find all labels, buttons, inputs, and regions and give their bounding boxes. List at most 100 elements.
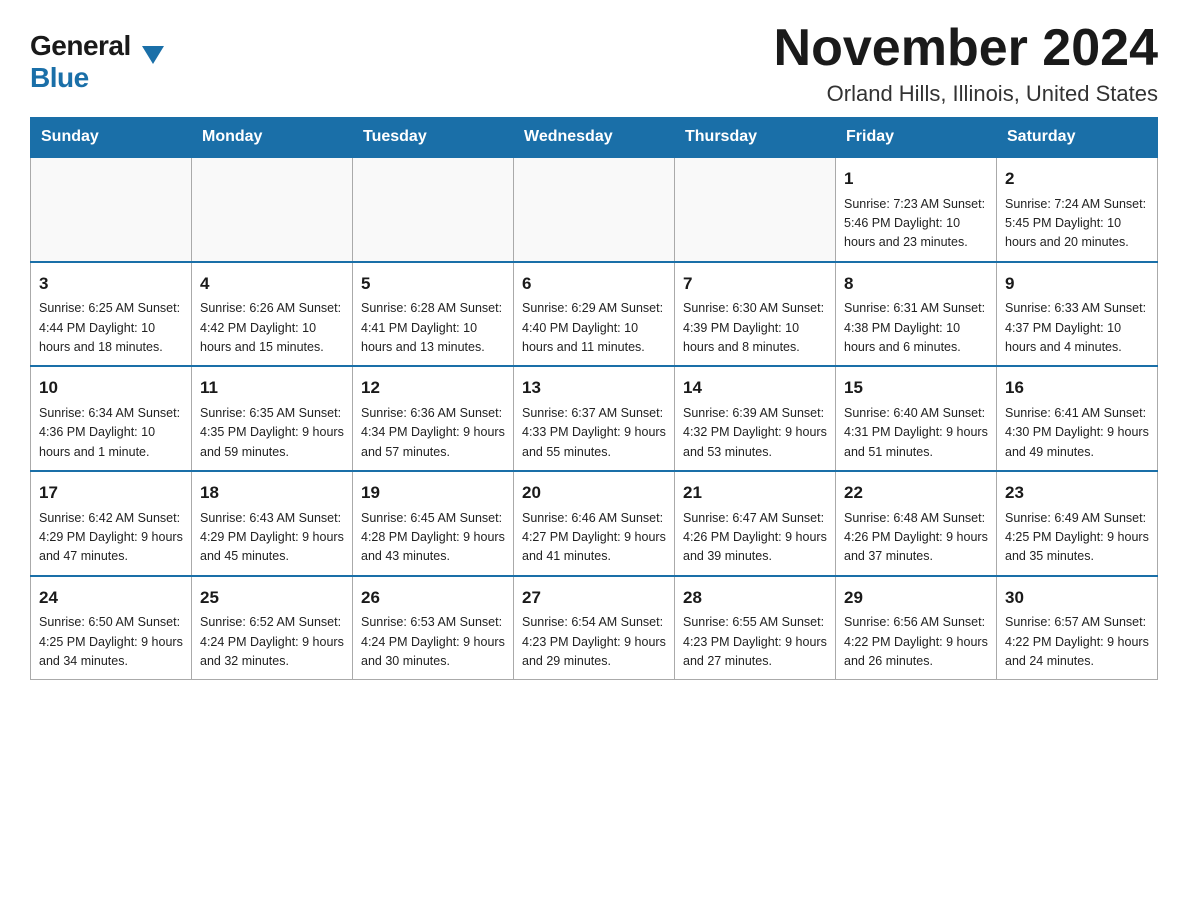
calendar-cell-w5-d5: 28Sunrise: 6:55 AM Sunset: 4:23 PM Dayli… [675, 576, 836, 680]
day-number: 26 [361, 585, 505, 611]
day-info: Sunrise: 6:39 AM Sunset: 4:32 PM Dayligh… [683, 404, 827, 462]
month-title: November 2024 [774, 20, 1158, 77]
day-info: Sunrise: 6:55 AM Sunset: 4:23 PM Dayligh… [683, 613, 827, 671]
day-info: Sunrise: 6:47 AM Sunset: 4:26 PM Dayligh… [683, 509, 827, 567]
day-number: 24 [39, 585, 183, 611]
calendar-cell-w3-d6: 15 Sunrise: 6:40 AM Sunset: 4:31 PM Dayli… [836, 366, 997, 471]
col-header-thursday: Thursday [675, 118, 836, 158]
calendar-cell-w5-d1: 24Sunrise: 6:50 AM Sunset: 4:25 PM Dayli… [31, 576, 192, 680]
day-number: 9 [1005, 271, 1149, 297]
day-number: 19 [361, 480, 505, 506]
day-number: 5 [361, 271, 505, 297]
calendar-cell-w3-d1: 10 Sunrise: 6:34 AM Sunset: 4:36 PM Dayli… [31, 366, 192, 471]
logo-general-text: General [30, 30, 131, 62]
day-info: Sunrise: 6:33 AM Sunset: 4:37 PM Dayligh… [1005, 299, 1149, 357]
location-subtitle: Orland Hills, Illinois, United States [774, 81, 1158, 107]
day-number: 16 [1005, 375, 1149, 401]
calendar-cell-w2-d3: 5Sunrise: 6:28 AM Sunset: 4:41 PM Daylig… [353, 262, 514, 367]
day-info: Sunrise: 6:42 AM Sunset: 4:29 PM Dayligh… [39, 509, 183, 567]
calendar-cell-w4-d7: 23 Sunrise: 6:49 AM Sunset: 4:25 PM Dayli… [997, 471, 1158, 576]
day-info: Sunrise: 6:54 AM Sunset: 4:23 PM Dayligh… [522, 613, 666, 671]
calendar-cell-w1-d7: 2Sunrise: 7:24 AM Sunset: 5:45 PM Daylig… [997, 157, 1158, 262]
day-number: 14 [683, 375, 827, 401]
calendar-cell-w4-d5: 21 Sunrise: 6:47 AM Sunset: 4:26 PM Dayli… [675, 471, 836, 576]
day-number: 30 [1005, 585, 1149, 611]
day-number: 7 [683, 271, 827, 297]
day-info: Sunrise: 6:29 AM Sunset: 4:40 PM Dayligh… [522, 299, 666, 357]
day-info: Sunrise: 6:34 AM Sunset: 4:36 PM Dayligh… [39, 404, 183, 462]
day-info: Sunrise: 6:28 AM Sunset: 4:41 PM Dayligh… [361, 299, 505, 357]
calendar-cell-w3-d2: 11 Sunrise: 6:35 AM Sunset: 4:35 PM Dayli… [192, 366, 353, 471]
day-number: 4 [200, 271, 344, 297]
day-number: 8 [844, 271, 988, 297]
col-header-monday: Monday [192, 118, 353, 158]
page-header: General Blue November 2024 Orland Hills,… [30, 20, 1158, 107]
calendar-cell-w4-d3: 19 Sunrise: 6:45 AM Sunset: 4:28 PM Dayli… [353, 471, 514, 576]
day-number: 17 [39, 480, 183, 506]
week-row-2: 3Sunrise: 6:25 AM Sunset: 4:44 PM Daylig… [31, 262, 1158, 367]
calendar-cell-w1-d4 [514, 157, 675, 262]
day-info: Sunrise: 6:25 AM Sunset: 4:44 PM Dayligh… [39, 299, 183, 357]
day-info: Sunrise: 6:52 AM Sunset: 4:24 PM Dayligh… [200, 613, 344, 671]
day-info: Sunrise: 6:41 AM Sunset: 4:30 PM Dayligh… [1005, 404, 1149, 462]
week-row-5: 24Sunrise: 6:50 AM Sunset: 4:25 PM Dayli… [31, 576, 1158, 680]
col-header-wednesday: Wednesday [514, 118, 675, 158]
calendar-cell-w5-d7: 30Sunrise: 6:57 AM Sunset: 4:22 PM Dayli… [997, 576, 1158, 680]
calendar-cell-w3-d4: 13Sunrise: 6:37 AM Sunset: 4:33 PM Dayli… [514, 366, 675, 471]
week-row-1: 1Sunrise: 7:23 AM Sunset: 5:46 PM Daylig… [31, 157, 1158, 262]
day-info: Sunrise: 6:53 AM Sunset: 4:24 PM Dayligh… [361, 613, 505, 671]
day-info: Sunrise: 6:35 AM Sunset: 4:35 PM Dayligh… [200, 404, 344, 462]
logo-arrow-icon [142, 46, 164, 64]
day-info: Sunrise: 6:50 AM Sunset: 4:25 PM Dayligh… [39, 613, 183, 671]
calendar-cell-w4-d6: 22Sunrise: 6:48 AM Sunset: 4:26 PM Dayli… [836, 471, 997, 576]
day-info: Sunrise: 7:24 AM Sunset: 5:45 PM Dayligh… [1005, 195, 1149, 253]
calendar-cell-w1-d5 [675, 157, 836, 262]
day-info: Sunrise: 6:36 AM Sunset: 4:34 PM Dayligh… [361, 404, 505, 462]
calendar-cell-w4-d4: 20 Sunrise: 6:46 AM Sunset: 4:27 PM Dayli… [514, 471, 675, 576]
day-info: Sunrise: 6:48 AM Sunset: 4:26 PM Dayligh… [844, 509, 988, 567]
day-number: 3 [39, 271, 183, 297]
day-number: 21 [683, 480, 827, 506]
calendar-cell-w3-d7: 16 Sunrise: 6:41 AM Sunset: 4:30 PM Dayli… [997, 366, 1158, 471]
calendar-cell-w1-d2 [192, 157, 353, 262]
calendar-cell-w1-d6: 1Sunrise: 7:23 AM Sunset: 5:46 PM Daylig… [836, 157, 997, 262]
calendar-cell-w5-d4: 27Sunrise: 6:54 AM Sunset: 4:23 PM Dayli… [514, 576, 675, 680]
col-header-saturday: Saturday [997, 118, 1158, 158]
calendar-cell-w2-d2: 4Sunrise: 6:26 AM Sunset: 4:42 PM Daylig… [192, 262, 353, 367]
day-number: 27 [522, 585, 666, 611]
calendar-header-row: Sunday Monday Tuesday Wednesday Thursday… [31, 118, 1158, 158]
day-info: Sunrise: 6:46 AM Sunset: 4:27 PM Dayligh… [522, 509, 666, 567]
day-info: Sunrise: 6:37 AM Sunset: 4:33 PM Dayligh… [522, 404, 666, 462]
day-info: Sunrise: 6:56 AM Sunset: 4:22 PM Dayligh… [844, 613, 988, 671]
calendar-table: Sunday Monday Tuesday Wednesday Thursday… [30, 117, 1158, 680]
calendar-cell-w2-d6: 8Sunrise: 6:31 AM Sunset: 4:38 PM Daylig… [836, 262, 997, 367]
day-number: 20 [522, 480, 666, 506]
title-block: November 2024 Orland Hills, Illinois, Un… [774, 20, 1158, 107]
calendar-cell-w2-d1: 3Sunrise: 6:25 AM Sunset: 4:44 PM Daylig… [31, 262, 192, 367]
day-number: 10 [39, 375, 183, 401]
day-number: 18 [200, 480, 344, 506]
day-info: Sunrise: 7:23 AM Sunset: 5:46 PM Dayligh… [844, 195, 988, 253]
day-number: 29 [844, 585, 988, 611]
day-number: 15 [844, 375, 988, 401]
day-number: 28 [683, 585, 827, 611]
day-info: Sunrise: 6:57 AM Sunset: 4:22 PM Dayligh… [1005, 613, 1149, 671]
calendar-cell-w3-d5: 14 Sunrise: 6:39 AM Sunset: 4:32 PM Dayli… [675, 366, 836, 471]
week-row-3: 10 Sunrise: 6:34 AM Sunset: 4:36 PM Dayli… [31, 366, 1158, 471]
calendar-cell-w2-d4: 6Sunrise: 6:29 AM Sunset: 4:40 PM Daylig… [514, 262, 675, 367]
day-info: Sunrise: 6:43 AM Sunset: 4:29 PM Dayligh… [200, 509, 344, 567]
day-info: Sunrise: 6:31 AM Sunset: 4:38 PM Dayligh… [844, 299, 988, 357]
day-info: Sunrise: 6:45 AM Sunset: 4:28 PM Dayligh… [361, 509, 505, 567]
day-number: 23 [1005, 480, 1149, 506]
calendar-cell-w5-d3: 26Sunrise: 6:53 AM Sunset: 4:24 PM Dayli… [353, 576, 514, 680]
week-row-4: 17 Sunrise: 6:42 AM Sunset: 4:29 PM Dayli… [31, 471, 1158, 576]
logo: General Blue [30, 20, 142, 94]
calendar-cell-w1-d1 [31, 157, 192, 262]
day-number: 25 [200, 585, 344, 611]
day-number: 11 [200, 375, 344, 401]
logo-blue-text: Blue [30, 62, 89, 94]
day-info: Sunrise: 6:40 AM Sunset: 4:31 PM Dayligh… [844, 404, 988, 462]
day-info: Sunrise: 6:49 AM Sunset: 4:25 PM Dayligh… [1005, 509, 1149, 567]
calendar-cell-w5-d6: 29Sunrise: 6:56 AM Sunset: 4:22 PM Dayli… [836, 576, 997, 680]
calendar-cell-w2-d5: 7Sunrise: 6:30 AM Sunset: 4:39 PM Daylig… [675, 262, 836, 367]
